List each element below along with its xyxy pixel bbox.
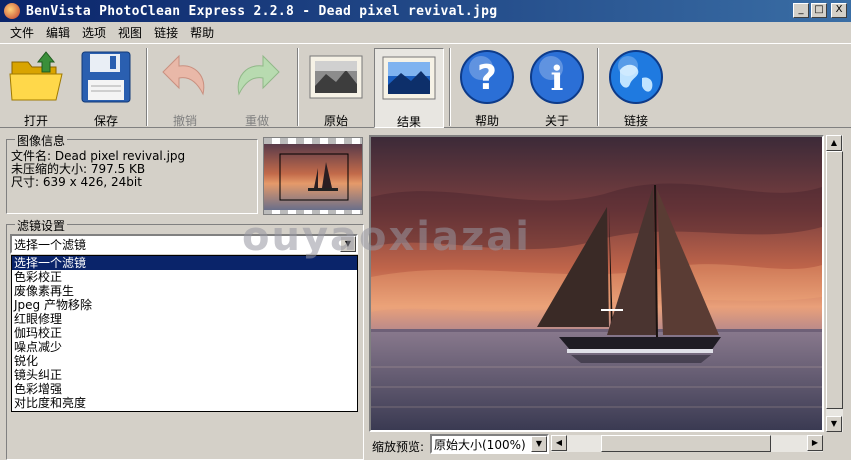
filter-option[interactable]: Jpeg 产物移除 (12, 298, 357, 312)
toolbar-separator (449, 48, 451, 126)
photo-result-icon (379, 49, 439, 107)
scroll-left-button[interactable]: ◀ (551, 435, 567, 451)
menu-link[interactable]: 链接 (148, 24, 184, 41)
original-label: 原始 (323, 114, 348, 128)
scroll-up-button[interactable]: ▲ (826, 135, 842, 151)
thumbnail-navigator[interactable] (263, 137, 363, 215)
help-label: 帮助 (474, 114, 499, 128)
save-label: 保存 (93, 114, 118, 128)
save-button[interactable]: 保存 (74, 48, 138, 128)
filter-dropdown-list: 选择一个滤镜 色彩校正 废像素再生 Jpeg 产物移除 红眼修理 伽玛校正 噪点… (11, 255, 358, 412)
redo-label: 重做 (244, 114, 269, 128)
filter-option[interactable]: 色彩增强 (12, 382, 357, 396)
question-icon: ? (457, 48, 517, 106)
open-button[interactable]: 打开 (4, 48, 68, 128)
link-label: 链接 (623, 114, 648, 128)
original-button[interactable]: 原始 (304, 48, 368, 128)
menu-bar: 文件 编辑 选项 视图 链接 帮助 (0, 22, 851, 42)
toolbar-separator (146, 48, 148, 126)
image-info-group: 图像信息 文件名: Dead pixel revival.jpg 未压缩的大小:… (6, 132, 258, 214)
result-button[interactable]: 结果 (374, 48, 444, 129)
dimensions-text: 尺寸: 639 x 426, 24bit (11, 175, 142, 189)
scroll-right-button[interactable]: ▶ (807, 435, 823, 451)
filter-option[interactable]: 伽玛校正 (12, 326, 357, 340)
menu-options[interactable]: 选项 (76, 24, 112, 41)
redo-arrow-icon (227, 48, 287, 106)
menu-file[interactable]: 文件 (4, 24, 40, 41)
toolbar-separator (297, 48, 299, 126)
help-button[interactable]: ? 帮助 (455, 48, 519, 128)
zoom-label: 缩放预览: (372, 440, 425, 454)
result-label: 结果 (396, 115, 421, 129)
undo-button[interactable]: 撤销 (153, 48, 217, 128)
close-button[interactable]: X (831, 3, 847, 18)
open-label: 打开 (23, 114, 48, 128)
filter-option[interactable]: 镜头纠正 (12, 368, 357, 382)
watermark-text: ouyaoxiazai (242, 214, 531, 260)
vertical-scroll-thumb[interactable] (826, 151, 843, 409)
minimize-button[interactable]: _ (793, 3, 809, 18)
filter-option[interactable]: 锐化 (12, 354, 357, 368)
redo-button[interactable]: 重做 (225, 48, 289, 128)
zoom-select[interactable]: 原始大小(100%) ▼ (430, 434, 549, 454)
menu-view[interactable]: 视图 (112, 24, 148, 41)
chevron-down-icon[interactable]: ▼ (531, 436, 547, 452)
photo-original-icon (306, 48, 366, 106)
preview-frame (369, 135, 824, 432)
filter-option[interactable]: 废像素再生 (12, 284, 357, 298)
scroll-down-button[interactable]: ▼ (826, 416, 842, 432)
folder-open-icon (6, 48, 66, 106)
zoom-select-value: 原始大小(100%) (434, 437, 526, 452)
menu-edit[interactable]: 编辑 (40, 24, 76, 41)
undo-label: 撤销 (172, 114, 197, 128)
filter-option[interactable]: 对比度和亮度 (12, 396, 357, 410)
window-title: BenVista PhotoClean Express 2.2.8 - Dead… (26, 3, 498, 19)
horizontal-scroll-thumb[interactable] (601, 435, 771, 452)
link-button[interactable]: 链接 (604, 48, 668, 128)
filter-option[interactable]: 色彩校正 (12, 270, 357, 284)
info-icon: i (527, 48, 587, 106)
undo-arrow-icon (155, 48, 215, 106)
preview-image[interactable] (371, 137, 822, 430)
thumbnail-image (264, 144, 362, 210)
title-bar: BenVista PhotoClean Express 2.2.8 - Dead… (0, 0, 851, 22)
about-label: 关于 (544, 114, 569, 128)
filter-settings-title: 滤镜设置 (15, 217, 68, 234)
image-info-title: 图像信息 (15, 132, 68, 149)
globe-icon (606, 48, 666, 106)
filter-option[interactable]: 红眼修理 (12, 312, 357, 326)
menu-help[interactable]: 帮助 (184, 24, 220, 41)
window-controls: _ □ X (793, 3, 847, 18)
filter-option[interactable]: 噪点减少 (12, 340, 357, 354)
svg-text:i: i (551, 59, 564, 99)
maximize-button[interactable]: □ (811, 3, 827, 18)
svg-text:?: ? (477, 58, 497, 98)
app-icon (4, 3, 20, 19)
toolbar-separator (597, 48, 599, 126)
about-button[interactable]: i 关于 (525, 48, 589, 128)
toolbar: 打开 保存 撤销 重做 原始 结果 ? 帮助 i 关于 链接 (0, 43, 851, 129)
floppy-disk-icon (76, 48, 136, 106)
